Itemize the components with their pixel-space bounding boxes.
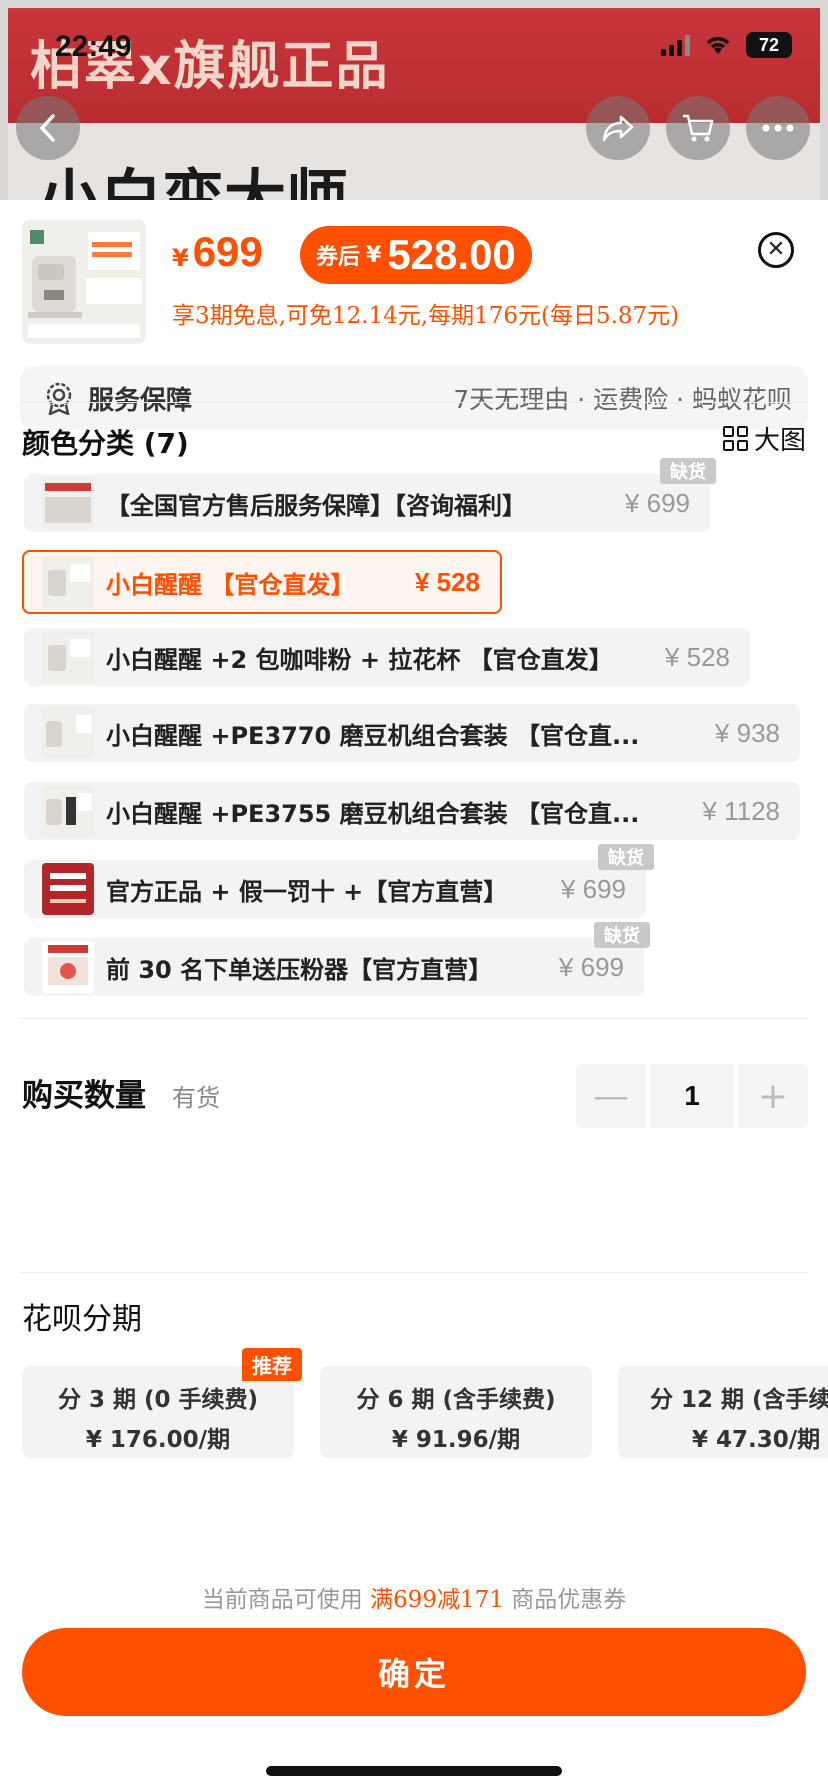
sku-option-selected[interactable]: 小白醒醒 【官仓直发】 ¥ 528 [22,550,502,614]
share-button[interactable] [586,96,650,160]
sku-thumbnail [42,863,94,915]
plan-terms: 分 3 期 (0 手续费) [57,1387,259,1413]
sku-label: 前 30 名下单送压粉器【官方直营】 [106,955,493,984]
out-of-stock-badge: 缺货 [660,458,716,484]
sku-thumbnail [42,477,94,529]
sku-price: ¥ 699 [558,951,624,982]
quantity-value[interactable]: 1 [650,1064,734,1128]
sku-thumbnail [42,785,94,837]
sku-option[interactable]: 小白醒醒 +2 包咖啡粉 + 拉花杯 【官仓直发】 ¥ 528 [24,628,750,686]
sku-label: 小白醒醒 +PE3770 磨豆机组合套装 【官仓直... [106,721,640,750]
sku-thumbnail [42,941,94,993]
service-title: 服务保障 [88,385,193,416]
out-of-stock-badge: 缺货 [594,922,650,948]
chevron-left-icon [39,114,55,142]
coupon-hint-prefix: 当前商品可使用 [201,1587,363,1613]
sku-option[interactable]: 小白醒醒 +PE3755 磨豆机组合套装 【官仓直... ¥ 1128 [24,782,800,840]
sku-selection-sheet: ¥ 699 券后 ¥ 528.00 享3期免息,可免12.14元,每期176元(… [0,200,828,1792]
sku-price: ¥ 699 [560,873,626,904]
banner-subtitle: 小白变大师 [38,162,349,200]
sku-label: 小白醒醒 +PE3755 磨豆机组合套装 【官仓直... [106,799,640,828]
sku-option[interactable]: 官方正品 + 假一罚十 +【官方直营】 ¥ 699 [24,860,646,918]
plan-amount: ¥ 91.96/期 [391,1427,521,1453]
sku-thumbnail [42,631,94,683]
more-dots-icon [762,124,794,132]
status-time: 22:49 [55,30,132,63]
big-image-toggle[interactable]: 大图 [722,420,806,457]
service-items: 7天无理由 · 运费险 · 蚂蚁花呗 [453,385,792,414]
current-price: ¥ 699 [172,228,263,276]
installment-hint: 享3期免息,可免12.14元,每期176元(每日5.87元) [172,303,680,329]
sku-price: ¥ 938 [714,717,780,748]
coupon-hint-suffix: 商品优惠券 [511,1587,627,1613]
sku-label: 小白醒醒 +2 包咖啡粉 + 拉花杯 【官仓直发】 [106,645,613,674]
home-indicator[interactable] [266,1766,562,1776]
big-image-label: 大图 [753,426,806,456]
sku-option[interactable]: 小白醒醒 +PE3770 磨豆机组合套装 【官仓直... ¥ 938 [24,704,800,762]
share-icon [602,115,634,142]
sku-price: ¥ 528 [414,566,480,597]
stock-status: 有货 [172,1084,220,1112]
increment-button[interactable]: + [738,1064,808,1128]
shield-badge-icon [46,382,72,415]
plan-terms: 分 6 期 (含手续费) [356,1387,556,1413]
product-page-background: 柏翠x旗舰正品 小白变大师 22:49 72 [0,0,828,200]
after-coupon-price-pill: 券后 ¥ 528.00 [300,226,532,284]
sku-price: ¥ 1128 [702,795,780,826]
sku-price: ¥ 528 [664,641,730,672]
wifi-icon [706,37,730,54]
coupon-hint-highlight[interactable]: 满699减171 [370,1587,504,1613]
service-guarantee-row[interactable]: 服务保障 7天无理由 · 运费险 · 蚂蚁花呗 [20,366,808,430]
divider [20,1272,808,1273]
quantity-title: 购买数量 [22,1078,146,1114]
after-coupon-currency: ¥ [366,242,382,268]
price-value: 699 [192,228,263,275]
back-button[interactable] [16,96,80,160]
color-section-title: 颜色分类 (7) [22,427,189,460]
decrement-button[interactable]: — [576,1064,646,1128]
product-thumbnail[interactable] [22,220,146,344]
quantity-stepper: — 1 + [576,1064,808,1128]
grid-view-icon [722,426,748,451]
sku-price: ¥ 699 [624,487,690,518]
status-icons: 72 [661,32,792,58]
price-currency: ¥ [172,244,189,272]
installment-plan-6[interactable]: 分 6 期 (含手续费) ¥ 91.96/期 [320,1366,592,1458]
cart-icon [683,114,714,142]
cellular-signal-icon [661,34,690,56]
sku-option[interactable]: 前 30 名下单送压粉器【官方直营】 ¥ 699 [24,938,644,996]
coffee-machine-image [22,220,146,344]
recommended-badge: 推荐 [242,1348,302,1381]
after-coupon-price: 528.00 [387,231,516,278]
close-icon: ✕ [766,237,786,262]
divider [20,402,808,403]
plan-amount: ¥ 47.30/期 [692,1427,821,1453]
sku-thumbnail [42,556,94,608]
close-button[interactable]: ✕ [758,232,794,268]
plan-amount: ¥ 176.00/期 [85,1427,231,1453]
divider [20,1018,808,1019]
more-button[interactable] [746,96,810,160]
battery-icon: 72 [746,32,792,58]
sku-label: 官方正品 + 假一罚十 +【官方直营】 [106,877,508,906]
after-coupon-label: 券后 [316,245,361,270]
out-of-stock-badge: 缺货 [598,844,654,870]
sku-label: 小白醒醒 【官仓直发】 [106,570,355,599]
sku-label: 【全国官方售后服务保障】【咨询福利】 [106,491,526,520]
sku-option[interactable]: 【全国官方售后服务保障】【咨询福利】 ¥ 699 [24,474,710,532]
sku-thumbnail [42,707,94,759]
plan-terms: 分 12 期 (含手续费) [650,1387,828,1413]
cart-button[interactable] [666,96,730,160]
huabei-title: 花呗分期 [22,1302,142,1337]
coupon-hint: 当前商品可使用 满699减171 商品优惠券 [0,1580,828,1614]
confirm-button[interactable]: 确定 [22,1628,806,1716]
installment-plan-12[interactable]: 分 12 期 (含手续费) ¥ 47.30/期 [618,1366,828,1458]
